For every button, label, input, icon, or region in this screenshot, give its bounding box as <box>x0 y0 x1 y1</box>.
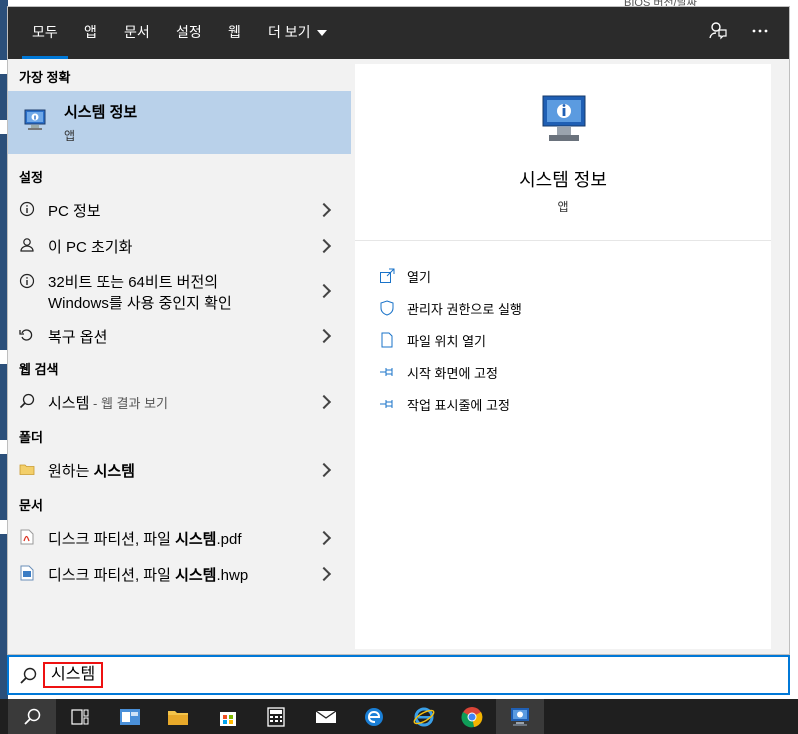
store-icon <box>220 711 236 726</box>
chrome-icon <box>461 706 483 727</box>
section-header-documents: 문서 <box>19 498 43 513</box>
taskbar-search-button[interactable] <box>8 699 56 734</box>
best-match-title: 시스템 정보 <box>64 104 138 121</box>
internet-explorer-icon <box>413 707 435 726</box>
settings-item-pc-info[interactable]: PC 정보 <box>8 191 351 227</box>
info-icon <box>19 273 35 289</box>
tab-web[interactable]: 웹 <box>228 7 241 59</box>
tab-all[interactable]: 모두 <box>22 7 68 59</box>
mail-icon <box>315 709 337 723</box>
detail-subtitle: 앱 <box>557 200 569 214</box>
tab-more[interactable]: 더 보기 <box>268 7 327 59</box>
system-info-large-icon <box>539 94 589 146</box>
tab-apps[interactable]: 앱 <box>84 7 97 59</box>
task-view-icon <box>71 708 89 725</box>
pdf-icon <box>19 529 35 545</box>
web-search-item[interactable]: 시스템 - 웹 결과 보기 <box>8 383 351 419</box>
info-icon <box>19 201 35 217</box>
chevron-right-icon <box>316 283 332 299</box>
taskbar-calculator[interactable] <box>252 699 300 734</box>
taskbar-mail[interactable] <box>302 699 350 734</box>
system-info-icon <box>22 107 48 133</box>
result-detail-pane: 시스템 정보 앱 열기 관리자 권한으로 실행 파일 위치 열기 시작 화면에 … <box>355 64 771 649</box>
taskbar-edge[interactable] <box>350 699 398 734</box>
system-info-icon <box>511 707 529 726</box>
recovery-icon <box>19 327 35 343</box>
pin-icon <box>379 364 395 380</box>
section-header-web-search: 웹 검색 <box>19 362 59 377</box>
file-location-icon <box>379 332 395 348</box>
tab-settings[interactable]: 설정 <box>176 7 202 59</box>
desktop-background-right <box>790 0 798 700</box>
settings-item-check-bitness[interactable]: 32비트 또는 64비트 버전의 Windows를 사용 중인지 확인 <box>8 263 351 317</box>
taskbar <box>0 699 798 734</box>
document-item-pdf[interactable]: 디스크 파티션, 파일 시스템.pdf <box>8 519 351 555</box>
folder-item[interactable]: 원하는 시스템 <box>8 451 351 487</box>
taskbar-chrome[interactable] <box>448 699 496 734</box>
search-icon <box>24 708 41 725</box>
section-header-settings: 설정 <box>19 170 43 185</box>
outlook-icon <box>120 708 140 725</box>
filter-tab-bar: 모두 앱 문서 설정 웹 더 보기 <box>8 7 789 59</box>
more-options-icon[interactable] <box>748 21 772 45</box>
feedback-icon[interactable] <box>705 21 729 45</box>
divider <box>355 240 771 241</box>
taskbar-file-explorer[interactable] <box>154 699 202 734</box>
search-icon <box>19 393 35 409</box>
open-icon <box>379 268 395 284</box>
chevron-right-icon <box>316 328 332 344</box>
detail-title: 시스템 정보 <box>519 170 607 190</box>
tab-documents[interactable]: 문서 <box>124 7 150 59</box>
taskbar-store[interactable] <box>204 699 252 734</box>
shield-icon <box>379 300 395 316</box>
folder-icon <box>19 461 35 477</box>
chevron-right-icon <box>316 394 332 410</box>
file-explorer-icon <box>168 710 188 725</box>
search-results-list: 가장 정확 시스템 정보 앱 설정 PC 정보 이 PC 초기화 32비트 또는… <box>8 59 351 654</box>
taskbar-internet-explorer[interactable] <box>400 699 448 734</box>
search-input[interactable]: 시스템 <box>43 662 104 688</box>
chevron-right-icon <box>316 530 332 546</box>
taskbar-system-info[interactable] <box>496 699 544 734</box>
best-match-type: 앱 <box>64 129 76 143</box>
taskbar-outlook[interactable] <box>106 699 154 734</box>
best-match-item[interactable]: 시스템 정보 앱 <box>8 91 351 154</box>
pin-icon <box>379 396 395 412</box>
reset-icon <box>19 237 35 253</box>
document-item-hwp[interactable]: 디스크 파티션, 파일 시스템.hwp <box>8 555 351 591</box>
section-header-folders: 폴더 <box>19 430 43 445</box>
edge-icon <box>365 707 383 726</box>
chevron-right-icon <box>316 566 332 582</box>
calculator-icon <box>267 706 285 727</box>
search-box[interactable]: 시스템 <box>7 655 790 695</box>
settings-item-recovery[interactable]: 복구 옵션 <box>8 317 351 353</box>
hwp-doc-icon <box>19 565 35 581</box>
taskbar-task-view[interactable] <box>56 699 104 734</box>
chevron-down-icon <box>316 30 327 37</box>
search-icon <box>19 667 37 685</box>
section-header-best-match: 가장 정확 <box>19 70 71 85</box>
settings-item-reset-pc[interactable]: 이 PC 초기화 <box>8 227 351 263</box>
chevron-right-icon <box>316 238 332 254</box>
chevron-right-icon <box>316 202 332 218</box>
chevron-right-icon <box>316 462 332 478</box>
